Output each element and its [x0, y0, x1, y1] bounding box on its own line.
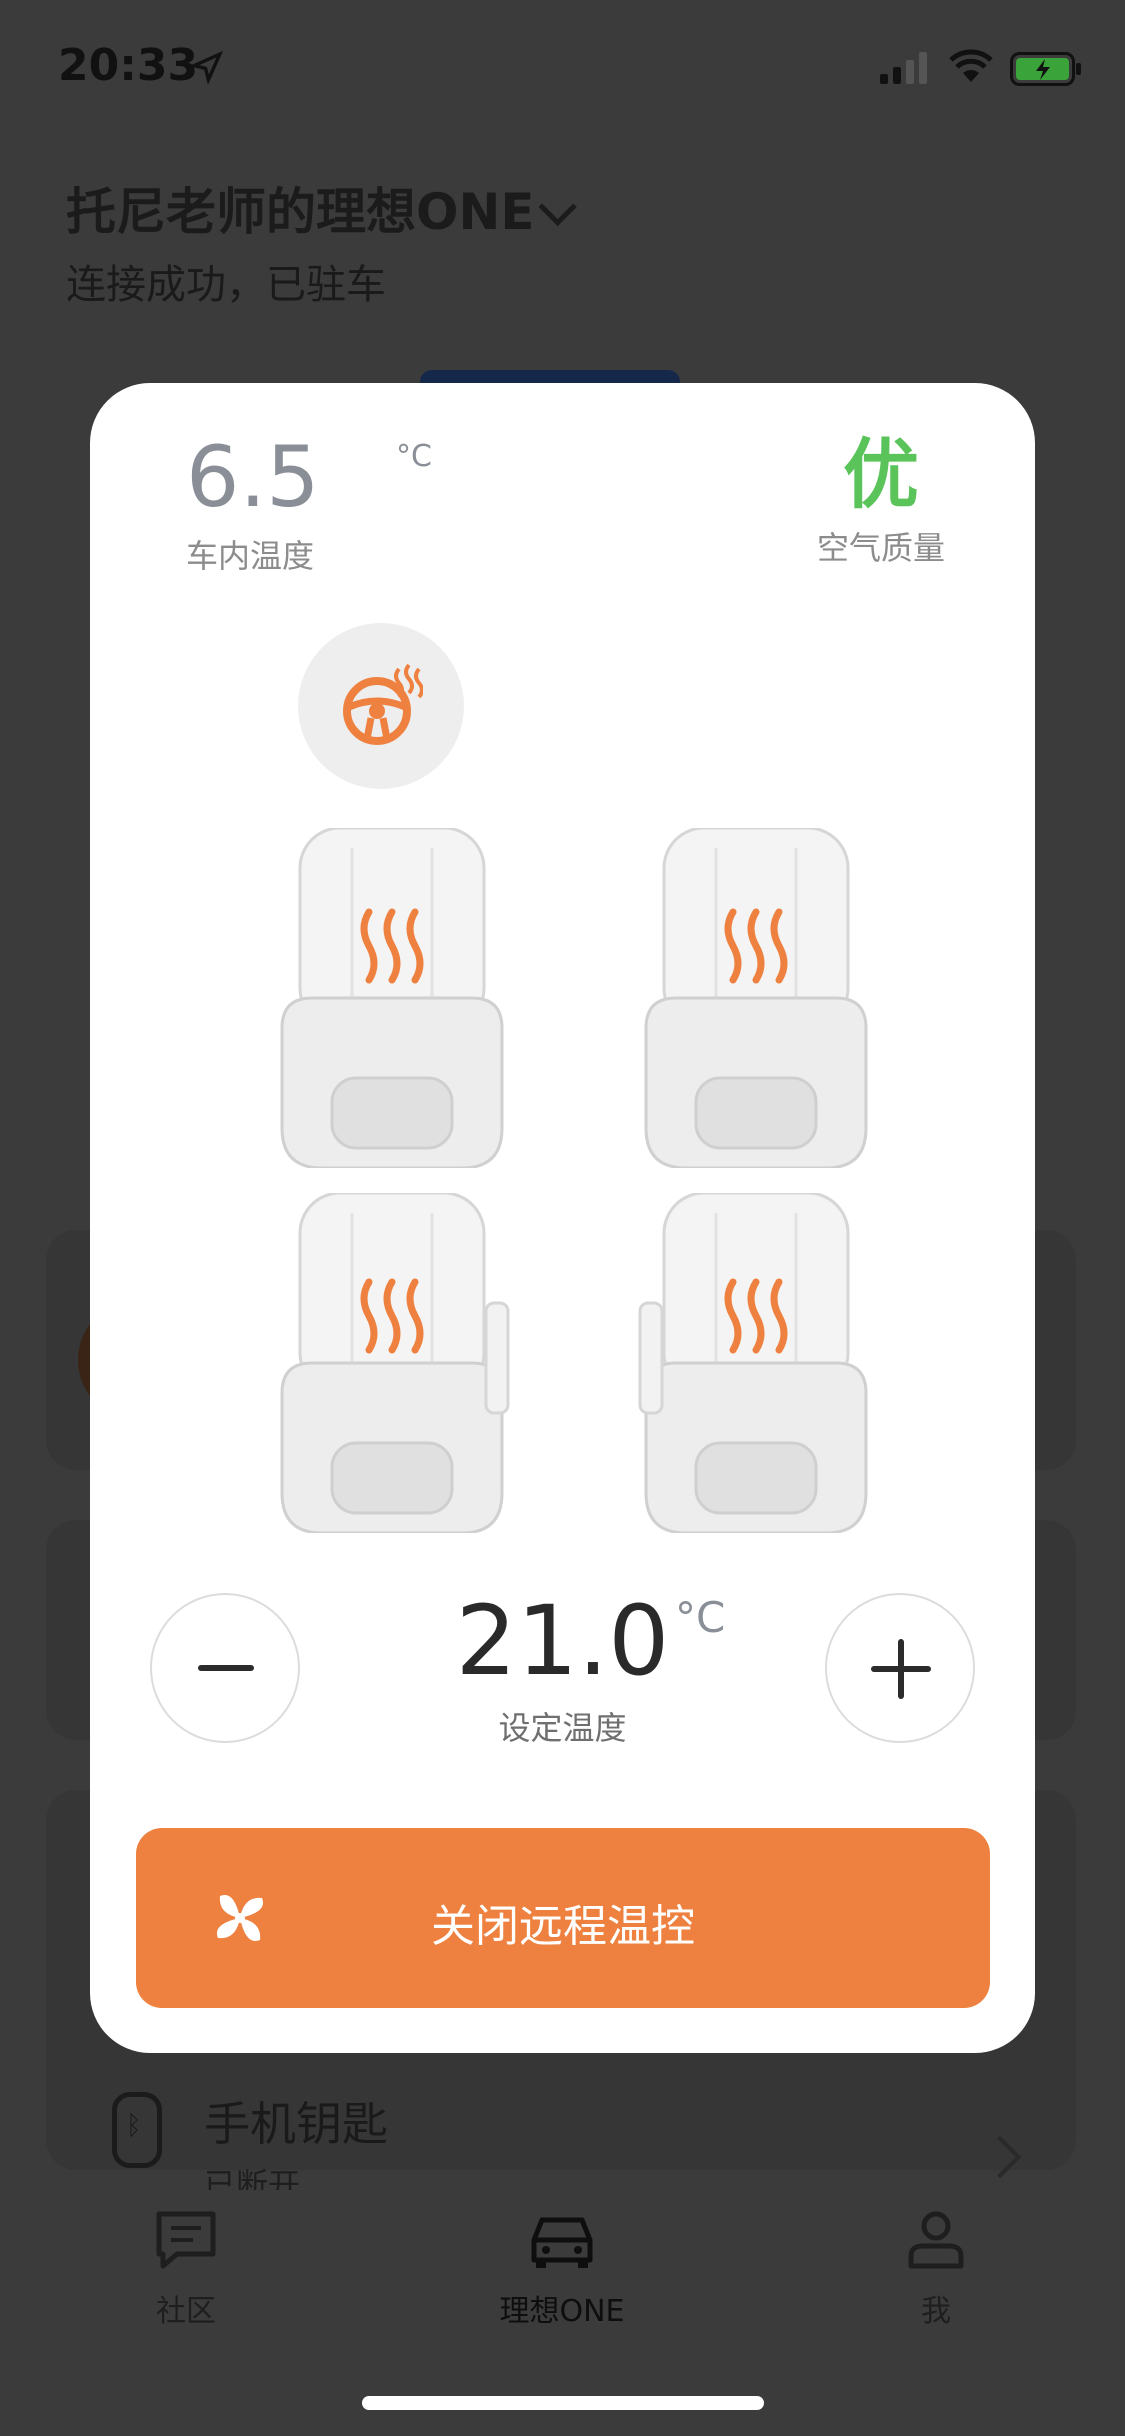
seat-rear-right[interactable] — [636, 1191, 876, 1535]
tab-label: 理想ONE — [499, 2294, 625, 2329]
cabin-temp-unit: °C — [396, 439, 432, 474]
chevron-right-icon — [978, 2135, 1022, 2179]
plus-icon-vertical — [898, 1639, 904, 1699]
bluetooth-key-icon: ᛒ — [112, 2092, 162, 2168]
cabin-temperature: 6.5 °C 车内温度 — [186, 435, 432, 577]
tab-community[interactable]: 社区 — [66, 2210, 306, 2330]
close-remote-climate-label: 关闭远程温控 — [431, 1901, 695, 1952]
cellular-signal-icon — [880, 52, 927, 84]
connection-status: 连接成功，已驻车 — [66, 262, 386, 308]
seat-heat-icon — [360, 908, 424, 984]
set-temp-value: 21.0 — [455, 1585, 670, 1697]
air-quality: 优 空气质量 — [817, 435, 945, 569]
seat-image — [280, 826, 504, 1170]
air-quality-value: 优 — [842, 430, 919, 519]
status-bar: 20:33 — [0, 0, 1125, 140]
minus-icon — [198, 1665, 254, 1671]
car-selector[interactable]: 托尼老师的理想ONE — [66, 172, 577, 244]
location-arrow-icon — [190, 50, 224, 84]
close-remote-climate-button[interactable]: 关闭远程温控 — [136, 1828, 990, 2008]
seat-image — [638, 1191, 868, 1535]
seat-image — [280, 1191, 510, 1535]
home-indicator[interactable] — [362, 2396, 764, 2410]
battery-icon — [1010, 52, 1081, 86]
steering-wheel-heat-button[interactable] — [298, 623, 464, 789]
cabin-temp-value: 6.5 — [186, 428, 320, 526]
tab-lixiang-one[interactable]: 理想ONE — [442, 2210, 682, 2330]
car-icon — [531, 2217, 593, 2268]
cabin-temp-label: 车内温度 — [186, 537, 315, 575]
set-temp-unit: °C — [675, 1593, 726, 1642]
decrease-temp-button[interactable] — [150, 1593, 300, 1743]
person-icon — [908, 2211, 964, 2269]
climate-modal: 6.5 °C 车内温度 优 空气质量 21.0 °C 设定温度 关闭远程温控 — [90, 383, 1035, 2053]
tab-me[interactable]: 我 — [816, 2210, 1056, 2330]
chat-icon — [156, 2211, 216, 2269]
air-quality-label: 空气质量 — [816, 528, 945, 567]
car-name: 托尼老师的理想ONE — [66, 183, 535, 241]
seat-image — [644, 826, 868, 1170]
seat-front-left[interactable] — [272, 826, 512, 1170]
chevron-down-icon — [538, 187, 577, 227]
tab-label: 社区 — [156, 2294, 216, 2329]
phone-key-label: 手机钥匙 — [204, 2097, 388, 2151]
seat-heat-icon — [724, 1278, 788, 1354]
increase-temp-button[interactable] — [825, 1593, 975, 1743]
temperature-controls: 21.0 °C 设定温度 — [90, 1593, 1035, 1753]
heated-steering-wheel-icon — [343, 663, 423, 745]
seat-front-right[interactable] — [636, 826, 876, 1170]
wifi-icon — [949, 49, 993, 82]
tab-label: 我 — [921, 2294, 951, 2329]
seat-rear-left[interactable] — [272, 1191, 512, 1535]
status-time: 20:33 — [58, 40, 199, 91]
seat-heat-icon — [360, 1278, 424, 1354]
seat-heat-icon — [724, 908, 788, 984]
